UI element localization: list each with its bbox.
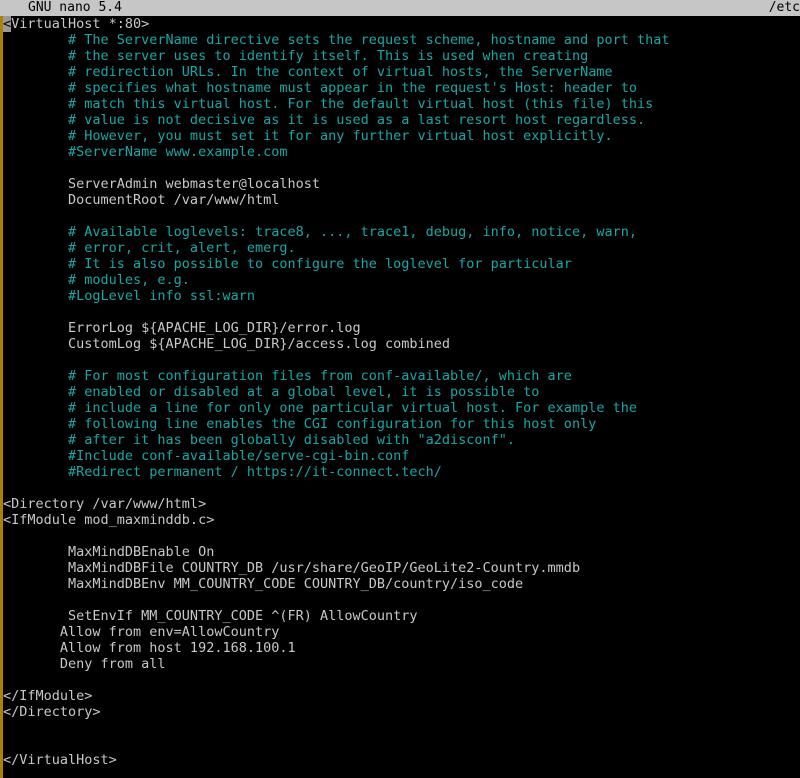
editor-line[interactable]: # value is not decisive as it is used as… (0, 112, 800, 128)
text-cursor: < (3, 16, 11, 32)
editor-line[interactable] (0, 672, 800, 688)
editor-line[interactable] (0, 304, 800, 320)
editor-line[interactable]: DocumentRoot /var/www/html (0, 192, 800, 208)
editor-line[interactable]: # The ServerName directive sets the requ… (0, 32, 800, 48)
editor-line[interactable]: # It is also possible to configure the l… (0, 256, 800, 272)
editor-line[interactable]: # after it has been globally disabled wi… (0, 432, 800, 448)
editor-line-text: #Redirect permanent / https://it-connect… (3, 464, 442, 480)
editor-line[interactable]: # specifies what hostname must appear in… (0, 80, 800, 96)
editor-line-text: # For most configuration files from conf… (3, 368, 572, 384)
editor-line-text: DocumentRoot /var/www/html (3, 192, 279, 208)
editor-line[interactable]: </VirtualHost> (0, 752, 800, 768)
editor-line[interactable]: # match this virtual host. For the defau… (0, 96, 800, 112)
editor-line-text: # the server uses to identify itself. Th… (3, 48, 588, 64)
editor-line[interactable]: Deny from all (0, 656, 800, 672)
editor-line[interactable] (0, 160, 800, 176)
editor-line[interactable]: MaxMindDBEnv MM_COUNTRY_CODE COUNTRY_DB/… (0, 576, 800, 592)
editor-line-text: ServerAdmin webmaster@localhost (3, 176, 320, 192)
editor-line-text: # The ServerName directive sets the requ… (3, 32, 669, 48)
editor-line[interactable]: # the server uses to identify itself. Th… (0, 48, 800, 64)
editor-line[interactable]: Allow from host 192.168.100.1 (0, 640, 800, 656)
editor-line[interactable]: # redirection URLs. In the context of vi… (0, 64, 800, 80)
editor-line[interactable]: # However, you must set it for any furth… (0, 128, 800, 144)
editor-line[interactable]: #Include conf-available/serve-cgi-bin.co… (0, 448, 800, 464)
editor-line-text: # modules, e.g. (3, 272, 190, 288)
editor-line-text: </VirtualHost> (3, 752, 117, 768)
editor-line[interactable]: ErrorLog ${APACHE_LOG_DIR}/error.log (0, 320, 800, 336)
editor-line-text: </IfModule> (3, 688, 92, 704)
editor-line[interactable] (0, 208, 800, 224)
editor-line-text: # enabled or disabled at a global level,… (3, 384, 539, 400)
editor-line-text: # redirection URLs. In the context of vi… (3, 64, 613, 80)
editor-line-text: # It is also possible to configure the l… (3, 256, 572, 272)
editor-line[interactable] (0, 592, 800, 608)
editor-line[interactable]: MaxMindDBFile COUNTRY_DB /usr/share/GeoI… (0, 560, 800, 576)
editor-line[interactable]: Allow from env=AllowCountry (0, 624, 800, 640)
editor-line[interactable]: # error, crit, alert, emerg. (0, 240, 800, 256)
editor-line-text: # error, crit, alert, emerg. (3, 240, 296, 256)
editor-line[interactable]: MaxMindDBEnable On (0, 544, 800, 560)
editor-line-text: # after it has been globally disabled wi… (3, 432, 515, 448)
editor-line[interactable]: CustomLog ${APACHE_LOG_DIR}/access.log c… (0, 336, 800, 352)
editor-line-text: Allow from host 192.168.100.1 (3, 640, 296, 656)
editor-line[interactable]: <VirtualHost *:80> (0, 16, 800, 32)
editor-line-text: #Include conf-available/serve-cgi-bin.co… (3, 448, 409, 464)
editor-line[interactable]: # enabled or disabled at a global level,… (0, 384, 800, 400)
editor-line-text: #LogLevel info ssl:warn (3, 288, 255, 304)
editor-line[interactable]: # following line enables the CGI configu… (0, 416, 800, 432)
editor-line[interactable]: #LogLevel info ssl:warn (0, 288, 800, 304)
editor-line-text: SetEnvIf MM_COUNTRY_CODE ^(FR) AllowCoun… (3, 608, 418, 624)
editor-line-text: MaxMindDBEnv MM_COUNTRY_CODE COUNTRY_DB/… (3, 576, 523, 592)
editor-line-text: #ServerName www.example.com (3, 144, 287, 160)
editor-line-text: MaxMindDBEnable On (3, 544, 214, 560)
editor-line-text: # Available loglevels: trace8, ..., trac… (3, 224, 637, 240)
editor-line[interactable]: SetEnvIf MM_COUNTRY_CODE ^(FR) AllowCoun… (0, 608, 800, 624)
nano-editor-window: GNU nano 5.4 /etc <VirtualHost *:80> # T… (0, 0, 800, 778)
editor-line[interactable]: <Directory /var/www/html> (0, 496, 800, 512)
editor-line-text: Deny from all (3, 656, 166, 672)
editor-line[interactable] (0, 720, 800, 736)
editor-line[interactable]: </IfModule> (0, 688, 800, 704)
editor-line-text: Allow from env=AllowCountry (3, 624, 279, 640)
editor-line-text: # value is not decisive as it is used as… (3, 112, 645, 128)
editor-line[interactable]: </Directory> (0, 704, 800, 720)
editor-line-text: <IfModule mod_maxminddb.c> (3, 512, 214, 528)
editor-line-text: # specifies what hostname must appear in… (3, 80, 637, 96)
editor-line-text: # following line enables the CGI configu… (3, 416, 596, 432)
editor-line-text: <Directory /var/www/html> (3, 496, 206, 512)
nano-title-bar: GNU nano 5.4 /etc (0, 0, 800, 16)
editor-line[interactable]: #Redirect permanent / https://it-connect… (0, 464, 800, 480)
editor-line[interactable] (0, 352, 800, 368)
editor-text-area[interactable]: <VirtualHost *:80> # The ServerName dire… (0, 16, 800, 778)
editor-line-text: CustomLog ${APACHE_LOG_DIR}/access.log c… (3, 336, 450, 352)
editor-line[interactable] (0, 528, 800, 544)
editor-line-text: VirtualHost *:80> (11, 16, 149, 32)
editor-line-text: </Directory> (3, 704, 101, 720)
editor-line[interactable]: # modules, e.g. (0, 272, 800, 288)
editor-line-text: # include a line for only one particular… (3, 400, 637, 416)
editor-line[interactable]: ServerAdmin webmaster@localhost (0, 176, 800, 192)
editor-line[interactable]: # Available loglevels: trace8, ..., trac… (0, 224, 800, 240)
editor-line-text: # match this virtual host. For the defau… (3, 96, 653, 112)
editor-line[interactable] (0, 736, 800, 752)
nano-version-label: GNU nano 5.4 (28, 0, 122, 16)
editor-line[interactable]: # include a line for only one particular… (0, 400, 800, 416)
editor-line[interactable] (0, 480, 800, 496)
window-left-border (0, 0, 3, 778)
editor-line[interactable]: <IfModule mod_maxminddb.c> (0, 512, 800, 528)
editor-line-text: MaxMindDBFile COUNTRY_DB /usr/share/GeoI… (3, 560, 580, 576)
editor-line-text: # However, you must set it for any furth… (3, 128, 613, 144)
editor-line[interactable]: # For most configuration files from conf… (0, 368, 800, 384)
nano-filepath-label: /etc (769, 0, 800, 16)
editor-line-text: ErrorLog ${APACHE_LOG_DIR}/error.log (3, 320, 361, 336)
editor-line[interactable]: #ServerName www.example.com (0, 144, 800, 160)
